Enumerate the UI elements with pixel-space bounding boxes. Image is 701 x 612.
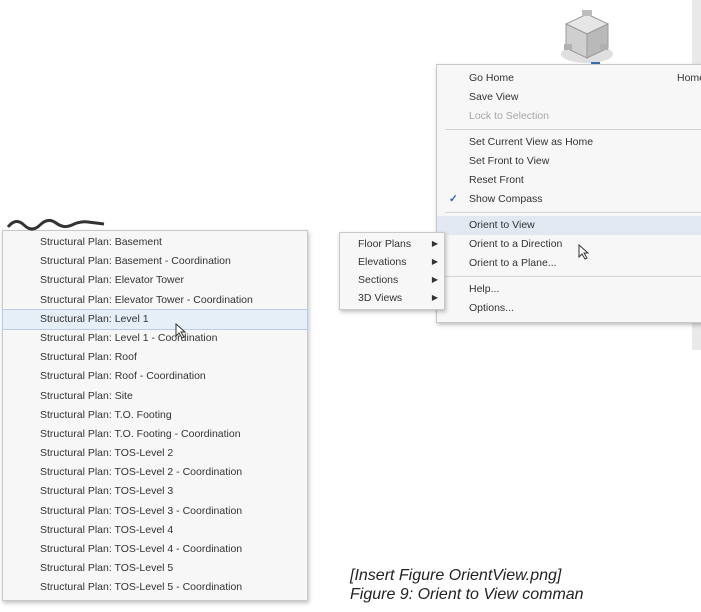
- mouse-cursor-icon: [175, 323, 187, 339]
- plan-view-item[interactable]: Structural Plan: TOS-Level 3: [3, 482, 307, 501]
- plan-view-label: Structural Plan: Level 1: [40, 312, 149, 325]
- menu-item-show-compass[interactable]: Show Compass ✓: [437, 190, 701, 209]
- submenu-arrow-icon: ▶: [431, 293, 438, 302]
- submenu-item-floor-plans[interactable]: Floor Plans ▶: [340, 235, 444, 253]
- plan-view-item[interactable]: Structural Plan: TOS-Level 2 - Coordinat…: [3, 463, 307, 482]
- plan-view-item[interactable]: Structural Plan: TOS-Level 3 - Coordinat…: [3, 502, 307, 521]
- submenu-item-label: Floor Plans: [358, 238, 412, 250]
- plan-view-item[interactable]: Structural Plan: T.O. Footing - Coordina…: [3, 425, 307, 444]
- menu-item-label: Help...: [469, 283, 500, 295]
- mouse-cursor-icon: [578, 244, 590, 260]
- plan-view-label: Structural Plan: T.O. Footing: [40, 408, 172, 421]
- plan-view-label: Structural Plan: TOS-Level 4 - Coordinat…: [40, 543, 243, 555]
- plan-view-label: Structural Plan: TOS-Level 5: [40, 562, 174, 575]
- submenu-item-label: Elevations: [358, 256, 407, 268]
- submenu-item-sections[interactable]: Sections ▶: [340, 271, 444, 289]
- plan-view-label: Structural Plan: TOS-Level 4: [40, 523, 174, 536]
- plan-view-item[interactable]: Structural Plan: Elevator Tower - Coordi…: [3, 291, 307, 310]
- plan-view-label: Structural Plan: Level 1 - Coordination: [40, 331, 218, 344]
- plan-view-label: Structural Plan: Roof - Coordination: [40, 370, 206, 383]
- menu-separator: [445, 212, 701, 213]
- submenu-item-elevations[interactable]: Elevations ▶: [340, 253, 444, 271]
- menu-item-save-view[interactable]: Save View: [437, 88, 701, 107]
- menu-item-label: Set Front to View: [469, 155, 550, 167]
- plan-view-item[interactable]: Structural Plan: Level 1: [2, 308, 308, 330]
- plan-view-label: Structural Plan: TOS-Level 2 - Coordinat…: [40, 466, 243, 479]
- plan-view-item[interactable]: Structural Plan: Roof - Coordination: [3, 367, 307, 386]
- shortcut-label: Home: [676, 72, 701, 84]
- plan-view-item[interactable]: Structural Plan: TOS-Level 4 - Coordinat…: [3, 540, 307, 559]
- submenu-arrow-icon: ▶: [431, 257, 438, 266]
- menu-item-label: Save View: [469, 91, 519, 103]
- menu-item-orient-to-a-direction[interactable]: Orient to a Direction▶: [437, 235, 701, 254]
- submenu-item-label: 3D Views: [358, 292, 403, 304]
- plan-view-label: Structural Plan: Basement: [40, 236, 162, 248]
- scribble-decoration: [6, 218, 105, 231]
- plan-view-label: Structural Plan: Site: [40, 389, 133, 402]
- plan-view-item[interactable]: Structural Plan: Roof: [3, 348, 307, 367]
- plan-view-label: Structural Plan: TOS-Level 3: [40, 485, 174, 498]
- caption-line-1: [Insert Figure OrientView.png]: [350, 567, 562, 584]
- menu-item-orient-to-view[interactable]: Orient to View▶: [437, 216, 701, 235]
- plan-view-item[interactable]: Structural Plan: Elevator Tower: [3, 271, 307, 290]
- plan-view-item[interactable]: Structural Plan: T.O. Footing: [3, 406, 307, 425]
- plan-view-item[interactable]: Structural Plan: TOS-Level 5 - Coordinat…: [3, 578, 307, 597]
- submenu-arrow-icon: ▶: [431, 239, 438, 248]
- menu-item-label: Options...: [469, 302, 514, 314]
- menu-item-orient-to-a-plane[interactable]: Orient to a Plane...: [437, 254, 701, 273]
- menu-item-help[interactable]: Help...: [437, 280, 701, 299]
- view-cube-icon[interactable]: [556, 8, 618, 68]
- submenu-arrow-icon: ▶: [431, 275, 438, 284]
- plan-view-item[interactable]: Structural Plan: TOS-Level 5: [3, 559, 307, 578]
- plan-view-label: Structural Plan: Elevator Tower: [40, 274, 184, 287]
- plan-view-item[interactable]: Structural Plan: Level 1 - Coordination: [3, 329, 307, 348]
- caption-line-2: Figure 9: Orient to View comman: [350, 586, 584, 603]
- menu-item-reset-front[interactable]: Reset Front: [437, 171, 701, 190]
- menu-item-set-current-view-as-home[interactable]: Set Current View as Home: [437, 133, 701, 152]
- checkmark-icon: ✓: [449, 193, 458, 205]
- plan-view-label: Structural Plan: Elevator Tower - Coordi…: [40, 293, 253, 306]
- menu-item-set-front-to-view[interactable]: Set Front to View▶: [437, 152, 701, 171]
- plan-view-label: Structural Plan: Basement - Coordination: [40, 255, 231, 268]
- plan-view-item[interactable]: Structural Plan: TOS-Level 4: [3, 521, 307, 540]
- plan-view-item[interactable]: Structural Plan: TOS-Level 2: [3, 444, 307, 463]
- submenu-item-label: Sections: [358, 274, 399, 286]
- menu-item-label: Reset Front: [469, 174, 524, 186]
- floor-plans-submenu: Structural Plan: Basement Structural Plan…: [2, 230, 308, 601]
- menu-item-label: Set Current View as Home: [469, 136, 594, 148]
- plan-view-item[interactable]: Structural Plan: Site: [3, 387, 307, 406]
- plan-view-item[interactable]: Structural Plan: Basement - Coordination: [3, 252, 307, 271]
- plan-view-label: Structural Plan: TOS-Level 2: [40, 447, 174, 460]
- menu-item-label: Orient to View: [469, 219, 535, 231]
- menu-item-options[interactable]: Options...: [437, 299, 701, 318]
- viewcube-context-menu: Go Home Home Save View Lock to Selection Set…: [436, 64, 701, 323]
- menu-item-label: Show Compass: [469, 193, 543, 205]
- menu-item-go-home[interactable]: Go Home Home: [437, 69, 701, 88]
- menu-separator: [445, 129, 701, 130]
- menu-item-label: Lock to Selection: [469, 110, 549, 122]
- menu-item-label: Orient to a Plane...: [469, 257, 557, 269]
- menu-item-lock-to-selection: Lock to Selection: [437, 107, 701, 126]
- figure-caption: [Insert Figure OrientView.png] Figure 9:…: [350, 566, 584, 604]
- plan-view-label: Structural Plan: Roof: [40, 351, 137, 364]
- menu-item-label: Orient to a Direction: [469, 238, 563, 250]
- orient-to-view-submenu: Floor Plans ▶ Elevations ▶ Sections ▶ 3D Views…: [339, 232, 445, 310]
- plan-view-label: Structural Plan: TOS-Level 3 - Coordinat…: [40, 504, 243, 517]
- submenu-item-3d-views[interactable]: 3D Views ▶: [340, 289, 444, 307]
- plan-view-item[interactable]: Structural Plan: Basement: [3, 233, 307, 252]
- plan-view-label: Structural Plan: TOS-Level 5 - Coordinat…: [40, 581, 243, 594]
- plan-view-label: Structural Plan: T.O. Footing - Coordina…: [40, 427, 241, 440]
- menu-item-label: Go Home: [469, 72, 514, 84]
- menu-separator: [445, 276, 701, 277]
